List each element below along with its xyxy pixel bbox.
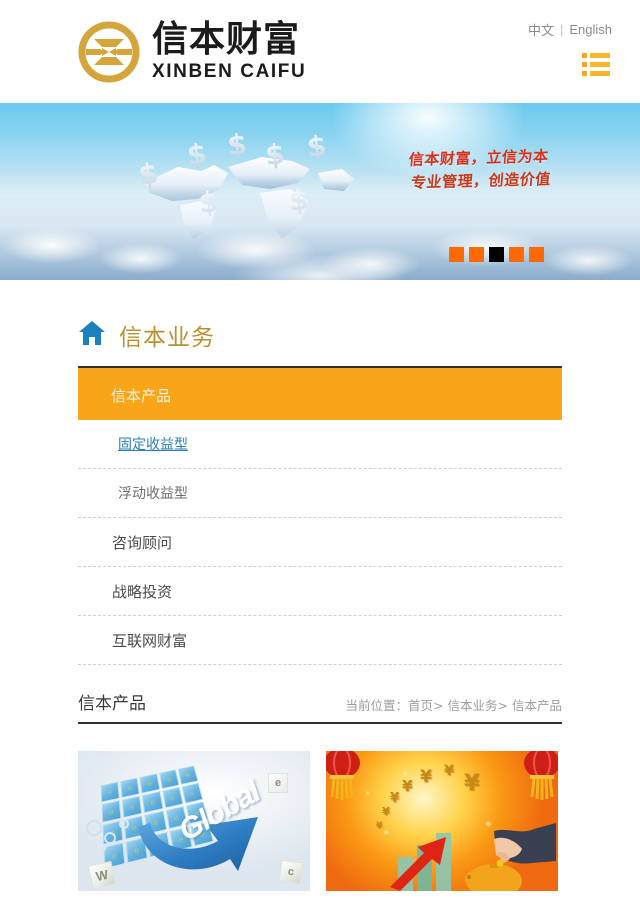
home-icon (78, 320, 106, 351)
business-nav-list: 信本产品 固定收益型 浮动收益型 咨询顾问 战略投资 互联网财富 (78, 370, 562, 665)
brand-text: 信本财富 XINBEN CAIFU (152, 19, 307, 82)
slide-dot-4[interactable] (509, 247, 524, 262)
yen-symbol: ¥ (420, 767, 432, 787)
slide-dot-1[interactable] (449, 247, 464, 262)
svg-text:$: $ (264, 137, 286, 172)
yen-symbol: ¥ (376, 821, 383, 831)
breadcrumb-link-business[interactable]: 信本业务 (448, 698, 498, 713)
header-utilities: 中文 | English (528, 20, 612, 78)
hand-with-coin-and-piggy-bank-icon (460, 821, 556, 891)
lang-en-link[interactable]: English (569, 22, 612, 37)
slide-dot-5[interactable] (529, 247, 544, 262)
nav-item-strategic-investment[interactable]: 战略投资 (78, 567, 562, 616)
yen-symbol: ¥ (464, 771, 480, 796)
banner-slogan: 信本财富，立信为本 专业管理，创造价值 (402, 145, 554, 195)
letter-block-e: e (268, 773, 288, 793)
svg-text:$: $ (185, 137, 208, 172)
product-card-festive[interactable]: ¥ ¥ ¥ ¥ ¥ ¥ ¥ (326, 751, 558, 891)
brand-name-en: XINBEN CAIFU (152, 61, 307, 82)
list-menu-icon[interactable] (580, 51, 612, 78)
nav-item-floating-income[interactable]: 浮动收益型 (78, 469, 562, 518)
breadcrumb-rule (78, 722, 562, 724)
nav-item-advisory[interactable]: 咨询顾问 (78, 518, 562, 567)
breadcrumb-row: 信本产品 当前位置：首页> 信本业务> 信本产品 (78, 665, 562, 722)
menu-dot (582, 71, 587, 76)
menu-icon-row (582, 53, 610, 58)
banner-slide-indicators (449, 247, 544, 262)
menu-dot (582, 53, 587, 58)
yen-symbol: ¥ (444, 763, 454, 779)
svg-text:$: $ (305, 129, 328, 164)
letter-block-c: c (278, 859, 304, 885)
main-content: 信本业务 信本产品 固定收益型 浮动收益型 咨询顾问 战略投资 互联网财富 信本… (0, 280, 640, 891)
menu-bar (590, 62, 610, 67)
yen-symbol: ¥ (390, 791, 400, 806)
breadcrumb-sep-2: > (497, 698, 508, 713)
page-title: 信本业务 (119, 325, 215, 351)
menu-icon-row (582, 71, 610, 76)
svg-text:$: $ (226, 128, 248, 162)
breadcrumb-current: 信本产品 (511, 698, 562, 713)
slide-dot-3-active[interactable] (489, 247, 504, 262)
letter-block-w: W (87, 860, 117, 890)
lantern-icon (520, 751, 558, 801)
nav-item-xinben-products[interactable]: 信本产品 (78, 370, 562, 420)
yen-symbol: ¥ (402, 777, 413, 795)
menu-bar (590, 53, 610, 58)
menu-icon-row (582, 62, 610, 67)
product-card-global[interactable]: e e e e e e e e e e e e e e e e e e e Gl… (78, 751, 310, 891)
content-title: 信本产品 (78, 694, 146, 714)
banner-slogan-line-2: 专业管理，创造价值 (410, 170, 553, 192)
nav-item-fixed-income[interactable]: 固定收益型 (78, 420, 562, 469)
lang-separator: | (559, 22, 564, 37)
festive-growth-artwork: ¥ ¥ ¥ ¥ ¥ ¥ ¥ (326, 751, 558, 891)
slide-dot-2[interactable] (469, 247, 484, 262)
site-header: 信本财富 XINBEN CAIFU 中文 | English (0, 0, 640, 103)
lantern-icon (326, 751, 364, 801)
cube-cell: e (100, 781, 120, 803)
hero-banner[interactable]: $ $ $ $ $ $ $ 信本财富，立信为本 专业管理，创造价值 (0, 103, 640, 280)
section-header: 信本业务 (78, 280, 562, 366)
page-bottom-spacer (0, 891, 640, 899)
breadcrumb-sep-1: > (433, 698, 444, 713)
nav-item-internet-wealth[interactable]: 互联网财富 (78, 616, 562, 665)
global-cube-artwork: e e e e e e e e e e e e e e e e e e e Gl… (78, 751, 310, 891)
lang-zh-link[interactable]: 中文 (528, 20, 554, 39)
breadcrumb-link-home[interactable]: 首页 (408, 698, 433, 713)
brand-logo-link[interactable]: 信本财富 XINBEN CAIFU (78, 21, 306, 83)
product-card-list: e e e e e e e e e e e e e e e e e e e Gl… (78, 751, 562, 891)
brand-name-cn: 信本财富 (152, 19, 301, 60)
breadcrumb: 当前位置：首页> 信本业务> 信本产品 (346, 695, 563, 714)
xinben-circle-logo-icon (78, 21, 140, 83)
language-switcher: 中文 | English (528, 20, 612, 39)
menu-dot (582, 62, 587, 67)
breadcrumb-prefix: 当前位置： (345, 698, 409, 713)
bubble-dots (84, 816, 136, 861)
menu-bar (590, 71, 610, 76)
